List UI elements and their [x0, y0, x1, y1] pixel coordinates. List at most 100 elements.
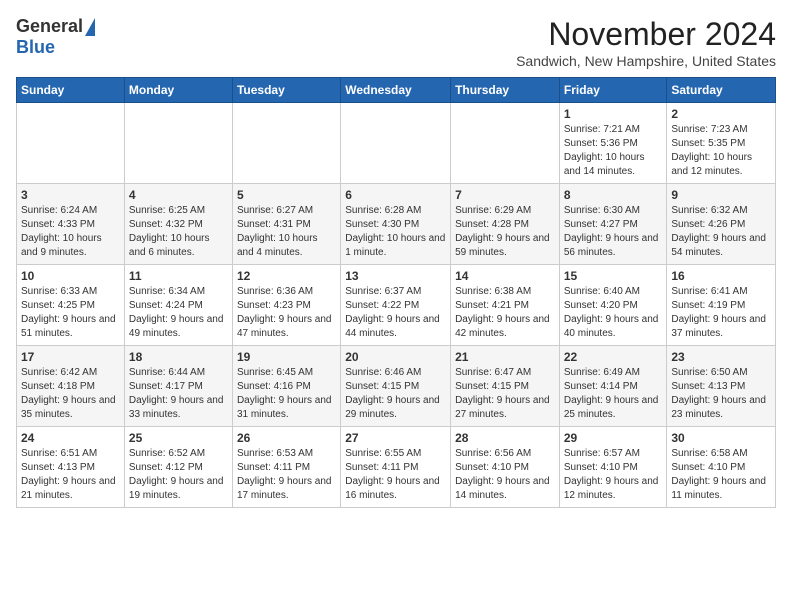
day-info: Sunrise: 6:57 AM Sunset: 4:10 PM Dayligh…: [564, 447, 663, 503]
day-number: 4: [129, 188, 228, 202]
day-number: 26: [237, 431, 336, 445]
weekday-header-cell: Monday: [124, 78, 232, 103]
day-info: Sunrise: 6:37 AM Sunset: 4:22 PM Dayligh…: [345, 285, 446, 341]
day-info: Sunrise: 6:40 AM Sunset: 4:20 PM Dayligh…: [564, 285, 663, 341]
calendar-cell: 14 Sunrise: 6:38 AM Sunset: 4:21 PM Dayli…: [451, 265, 560, 346]
day-number: 2: [671, 107, 771, 121]
calendar-cell: [232, 103, 340, 184]
calendar-cell: 16 Sunrise: 6:41 AM Sunset: 4:19 PM Dayli…: [667, 265, 776, 346]
day-info: Sunrise: 6:53 AM Sunset: 4:11 PM Dayligh…: [237, 447, 336, 503]
calendar-cell: 10 Sunrise: 6:33 AM Sunset: 4:25 PM Dayli…: [17, 265, 125, 346]
calendar-week-row: 1Sunrise: 7:21 AM Sunset: 5:36 PM Daylig…: [17, 103, 776, 184]
calendar-table: SundayMondayTuesdayWednesdayThursdayFrid…: [16, 77, 776, 508]
day-info: Sunrise: 6:56 AM Sunset: 4:10 PM Dayligh…: [455, 447, 555, 503]
day-number: 18: [129, 350, 228, 364]
day-number: 22: [564, 350, 663, 364]
day-info: Sunrise: 7:21 AM Sunset: 5:36 PM Dayligh…: [564, 123, 663, 179]
calendar-cell: 19 Sunrise: 6:45 AM Sunset: 4:16 PM Dayli…: [232, 346, 340, 427]
day-info: Sunrise: 6:52 AM Sunset: 4:12 PM Dayligh…: [129, 447, 228, 503]
day-number: 3: [21, 188, 120, 202]
calendar-cell: 4Sunrise: 6:25 AM Sunset: 4:32 PM Daylig…: [124, 184, 232, 265]
calendar-body: 1Sunrise: 7:21 AM Sunset: 5:36 PM Daylig…: [17, 103, 776, 508]
day-info: Sunrise: 6:45 AM Sunset: 4:16 PM Dayligh…: [237, 366, 336, 422]
day-info: Sunrise: 6:58 AM Sunset: 4:10 PM Dayligh…: [671, 447, 771, 503]
calendar-cell: 18 Sunrise: 6:44 AM Sunset: 4:17 PM Dayli…: [124, 346, 232, 427]
day-number: 15: [564, 269, 663, 283]
calendar-cell: 21 Sunrise: 6:47 AM Sunset: 4:15 PM Dayli…: [451, 346, 560, 427]
calendar-cell: 30 Sunrise: 6:58 AM Sunset: 4:10 PM Dayli…: [667, 427, 776, 508]
day-number: 13: [345, 269, 446, 283]
calendar-cell: 9 Sunrise: 6:32 AM Sunset: 4:26 PM Daylig…: [667, 184, 776, 265]
day-number: 6: [345, 188, 446, 202]
calendar-cell: 24Sunrise: 6:51 AM Sunset: 4:13 PM Dayli…: [17, 427, 125, 508]
month-title: November 2024: [516, 16, 776, 53]
day-info: Sunrise: 6:33 AM Sunset: 4:25 PM Dayligh…: [21, 285, 120, 341]
calendar-cell: 15 Sunrise: 6:40 AM Sunset: 4:20 PM Dayli…: [559, 265, 667, 346]
logo-triangle-icon: [85, 18, 95, 36]
day-info: Sunrise: 6:32 AM Sunset: 4:26 PM Dayligh…: [671, 204, 771, 260]
day-number: 7: [455, 188, 555, 202]
weekday-header-cell: Sunday: [17, 78, 125, 103]
calendar-cell: 13 Sunrise: 6:37 AM Sunset: 4:22 PM Dayli…: [341, 265, 451, 346]
day-info: Sunrise: 6:47 AM Sunset: 4:15 PM Dayligh…: [455, 366, 555, 422]
calendar-cell: 1Sunrise: 7:21 AM Sunset: 5:36 PM Daylig…: [559, 103, 667, 184]
day-info: Sunrise: 6:42 AM Sunset: 4:18 PM Dayligh…: [21, 366, 120, 422]
calendar-cell: 3 Sunrise: 6:24 AM Sunset: 4:33 PM Daylig…: [17, 184, 125, 265]
day-number: 19: [237, 350, 336, 364]
calendar-cell: 12Sunrise: 6:36 AM Sunset: 4:23 PM Dayli…: [232, 265, 340, 346]
day-number: 10: [21, 269, 120, 283]
day-info: Sunrise: 6:28 AM Sunset: 4:30 PM Dayligh…: [345, 204, 446, 260]
calendar-cell: 20 Sunrise: 6:46 AM Sunset: 4:15 PM Dayli…: [341, 346, 451, 427]
day-info: Sunrise: 6:38 AM Sunset: 4:21 PM Dayligh…: [455, 285, 555, 341]
day-number: 8: [564, 188, 663, 202]
day-number: 21: [455, 350, 555, 364]
weekday-header-cell: Thursday: [451, 78, 560, 103]
calendar-week-row: 17Sunrise: 6:42 AM Sunset: 4:18 PM Dayli…: [17, 346, 776, 427]
day-number: 9: [671, 188, 771, 202]
calendar-cell: 27 Sunrise: 6:55 AM Sunset: 4:11 PM Dayli…: [341, 427, 451, 508]
day-info: Sunrise: 6:55 AM Sunset: 4:11 PM Dayligh…: [345, 447, 446, 503]
day-info: Sunrise: 6:36 AM Sunset: 4:23 PM Dayligh…: [237, 285, 336, 341]
day-number: 20: [345, 350, 446, 364]
calendar-cell: [17, 103, 125, 184]
day-number: 30: [671, 431, 771, 445]
calendar-cell: 2 Sunrise: 7:23 AM Sunset: 5:35 PM Daylig…: [667, 103, 776, 184]
logo-blue-text: Blue: [16, 37, 55, 57]
day-number: 29: [564, 431, 663, 445]
day-info: Sunrise: 6:30 AM Sunset: 4:27 PM Dayligh…: [564, 204, 663, 260]
day-info: Sunrise: 6:34 AM Sunset: 4:24 PM Dayligh…: [129, 285, 228, 341]
day-number: 11: [129, 269, 228, 283]
calendar-cell: 8 Sunrise: 6:30 AM Sunset: 4:27 PM Daylig…: [559, 184, 667, 265]
day-info: Sunrise: 6:24 AM Sunset: 4:33 PM Dayligh…: [21, 204, 120, 260]
day-info: Sunrise: 7:23 AM Sunset: 5:35 PM Dayligh…: [671, 123, 771, 179]
calendar-cell: 29 Sunrise: 6:57 AM Sunset: 4:10 PM Dayli…: [559, 427, 667, 508]
weekday-header-cell: Wednesday: [341, 78, 451, 103]
day-info: Sunrise: 6:46 AM Sunset: 4:15 PM Dayligh…: [345, 366, 446, 422]
calendar-cell: 5Sunrise: 6:27 AM Sunset: 4:31 PM Daylig…: [232, 184, 340, 265]
day-number: 14: [455, 269, 555, 283]
day-info: Sunrise: 6:41 AM Sunset: 4:19 PM Dayligh…: [671, 285, 771, 341]
day-number: 27: [345, 431, 446, 445]
day-number: 16: [671, 269, 771, 283]
day-info: Sunrise: 6:29 AM Sunset: 4:28 PM Dayligh…: [455, 204, 555, 260]
calendar-cell: 23Sunrise: 6:50 AM Sunset: 4:13 PM Dayli…: [667, 346, 776, 427]
header-area: General Blue November 2024 Sandwich, New…: [16, 16, 776, 69]
calendar-cell: 28 Sunrise: 6:56 AM Sunset: 4:10 PM Dayli…: [451, 427, 560, 508]
calendar-week-row: 3 Sunrise: 6:24 AM Sunset: 4:33 PM Daylig…: [17, 184, 776, 265]
calendar-cell: 11 Sunrise: 6:34 AM Sunset: 4:24 PM Dayli…: [124, 265, 232, 346]
calendar-cell: [341, 103, 451, 184]
calendar-cell: 7 Sunrise: 6:29 AM Sunset: 4:28 PM Daylig…: [451, 184, 560, 265]
day-info: Sunrise: 6:44 AM Sunset: 4:17 PM Dayligh…: [129, 366, 228, 422]
day-number: 28: [455, 431, 555, 445]
weekday-header-cell: Friday: [559, 78, 667, 103]
logo: General Blue: [16, 16, 95, 58]
day-number: 23: [671, 350, 771, 364]
calendar-cell: 25Sunrise: 6:52 AM Sunset: 4:12 PM Dayli…: [124, 427, 232, 508]
calendar-cell: 17Sunrise: 6:42 AM Sunset: 4:18 PM Dayli…: [17, 346, 125, 427]
title-area: November 2024 Sandwich, New Hampshire, U…: [516, 16, 776, 69]
calendar-cell: 26 Sunrise: 6:53 AM Sunset: 4:11 PM Dayli…: [232, 427, 340, 508]
day-number: 5: [237, 188, 336, 202]
day-number: 24: [21, 431, 120, 445]
calendar-week-row: 10 Sunrise: 6:33 AM Sunset: 4:25 PM Dayli…: [17, 265, 776, 346]
weekday-header-cell: Tuesday: [232, 78, 340, 103]
